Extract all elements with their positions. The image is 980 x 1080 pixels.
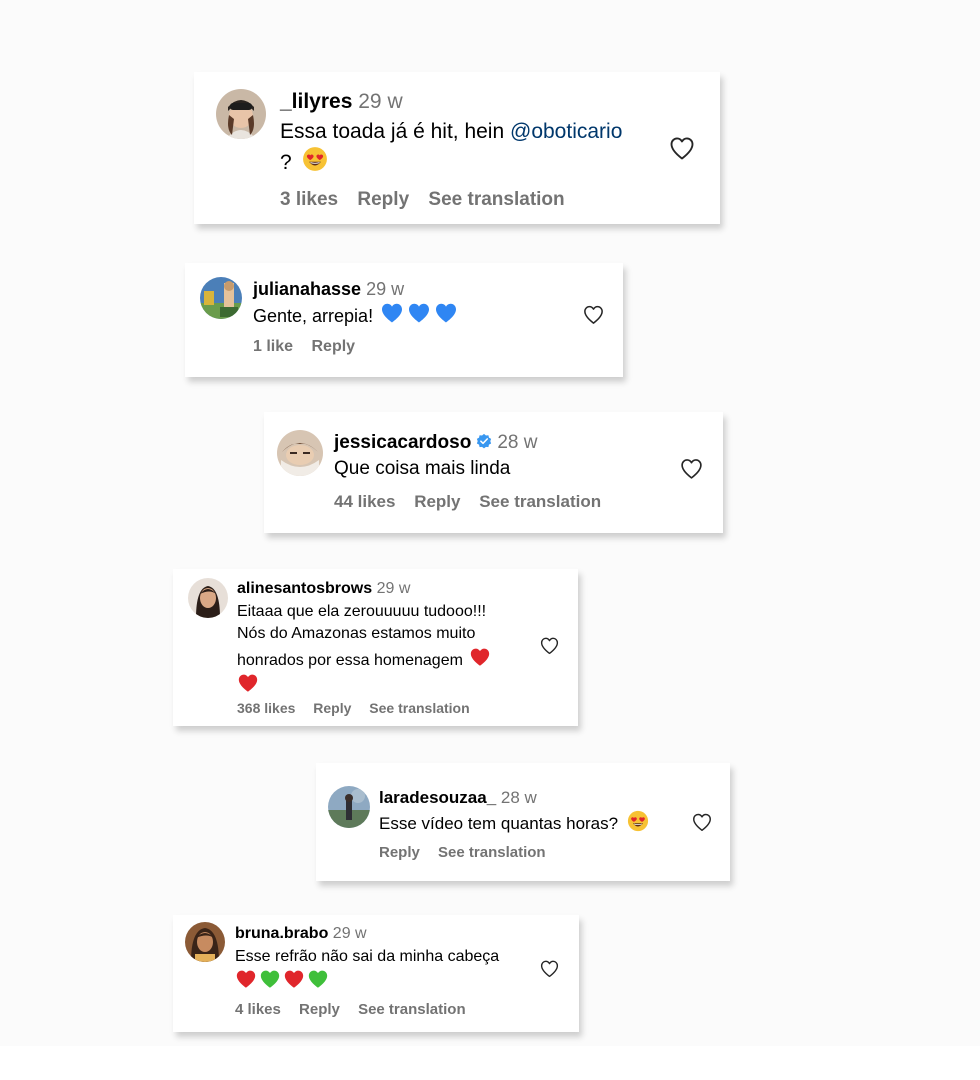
avatar[interactable]	[188, 578, 228, 618]
see-translation-button[interactable]: See translation	[428, 189, 564, 210]
timestamp[interactable]: 28 w	[501, 788, 537, 807]
reply-button[interactable]: Reply	[299, 1001, 340, 1018]
avatar[interactable]	[277, 430, 323, 476]
likes-count[interactable]: 44 likes	[334, 492, 395, 511]
heart-eyes-emoji-icon	[627, 810, 649, 832]
timestamp[interactable]: 28 w	[497, 432, 537, 453]
comment-header: _lilyres 29 w	[280, 90, 403, 114]
reply-button[interactable]: Reply	[357, 189, 409, 210]
comment-text-line: Eitaaa que ela zerouuuuu tudooo!!!	[237, 603, 487, 620]
timestamp[interactable]: 29 w	[333, 925, 367, 942]
timestamp[interactable]: 29 w	[366, 279, 404, 299]
comment-text: Esse vídeo tem quantas horas?	[379, 810, 699, 836]
reply-button[interactable]: Reply	[311, 338, 355, 355]
comment-actions: 44 likes Reply See translation	[334, 492, 615, 512]
comment-text-body: Que coisa mais linda	[334, 458, 511, 479]
green-heart-emoji-icon	[259, 968, 281, 990]
comment-actions: 368 likes Reply See translation	[237, 700, 484, 716]
reply-button[interactable]: Reply	[379, 844, 420, 861]
username[interactable]: _lilyres	[280, 90, 352, 113]
heart-eyes-emoji-icon	[302, 146, 328, 172]
like-heart-icon[interactable]	[668, 134, 696, 162]
comment-card: jessicacardoso 28 w Que coisa mais linda …	[264, 412, 723, 533]
red-heart-emoji-icon	[237, 672, 259, 694]
likes-count[interactable]: 368 likes	[237, 700, 295, 716]
username[interactable]: bruna.brabo	[235, 925, 328, 942]
reply-button[interactable]: Reply	[313, 700, 351, 716]
comments-canvas: _lilyres 29 w Essa toada já é hit, hein …	[0, 0, 980, 1080]
comment-text-body: Esse vídeo tem quantas horas?	[379, 814, 619, 833]
comment-text: Que coisa mais linda	[334, 456, 664, 481]
likes-count[interactable]: 4 likes	[235, 1001, 281, 1018]
comment-actions: 4 likes Reply See translation	[235, 1001, 480, 1018]
comment-header: alinesantosbrows 29 w	[237, 580, 410, 598]
comment-card: bruna.brabo 29 w Esse refrão não sai da …	[173, 915, 579, 1032]
comment-card: julianahasse 29 w Gente, arrepia! 1 like…	[185, 263, 623, 377]
comment-text: Esse refrão não sai da minha cabeça	[235, 946, 545, 995]
red-heart-emoji-icon	[469, 646, 491, 668]
comment-header: laradesouzaa_ 28 w	[379, 788, 537, 808]
reply-button[interactable]: Reply	[414, 492, 460, 511]
comment-header: bruna.brabo 29 w	[235, 925, 367, 943]
timestamp[interactable]: 29 w	[377, 580, 411, 597]
red-heart-emoji-icon	[283, 968, 305, 990]
comment-card: alinesantosbrows 29 w Eitaaa que ela zer…	[173, 569, 578, 726]
comment-text-body: Esse refrão não sai da minha cabeça	[235, 948, 500, 965]
blue-heart-emoji-icon	[434, 301, 458, 325]
see-translation-button[interactable]: See translation	[438, 844, 546, 861]
username[interactable]: alinesantosbrows	[237, 580, 372, 597]
comment-text: Gente, arrepia!	[253, 301, 573, 329]
green-heart-emoji-icon	[307, 968, 329, 990]
comment-text-line: Nós do Amazonas estamos muito	[237, 625, 476, 643]
blue-heart-emoji-icon	[407, 301, 431, 325]
blue-heart-emoji-icon	[380, 301, 404, 325]
username[interactable]: julianahasse	[253, 279, 361, 299]
comment-card: laradesouzaa_ 28 w Esse vídeo tem quanta…	[316, 763, 730, 881]
see-translation-button[interactable]: See translation	[369, 700, 469, 716]
mention-link[interactable]: @oboticario	[510, 120, 622, 143]
avatar[interactable]	[328, 786, 370, 828]
like-heart-icon[interactable]	[539, 958, 560, 979]
comment-text: Eitaaa que ela zerouuuuu tudooo!!! Nós d…	[237, 601, 537, 699]
like-heart-icon[interactable]	[679, 456, 704, 481]
username[interactable]: jessicacardoso	[334, 432, 471, 453]
bottom-band	[0, 1046, 980, 1080]
comment-text-suffix: ?	[280, 150, 292, 174]
see-translation-button[interactable]: See translation	[358, 1001, 466, 1018]
see-translation-button[interactable]: See translation	[479, 492, 601, 511]
comment-text-prefix: Essa toada já é hit, hein	[280, 120, 510, 143]
avatar[interactable]	[200, 277, 242, 319]
avatar[interactable]	[216, 89, 266, 139]
comment-header: julianahasse 29 w	[253, 279, 404, 300]
like-heart-icon[interactable]	[691, 811, 713, 833]
username[interactable]: laradesouzaa_	[379, 788, 496, 807]
likes-count[interactable]: 1 like	[253, 338, 293, 355]
like-heart-icon[interactable]	[539, 635, 560, 656]
comment-text-body: Gente, arrepia!	[253, 306, 374, 326]
comment-header: jessicacardoso 28 w	[334, 432, 537, 454]
comment-card: _lilyres 29 w Essa toada já é hit, hein …	[194, 72, 720, 224]
likes-count[interactable]: 3 likes	[280, 189, 338, 210]
verified-badge-icon	[475, 432, 493, 450]
comment-actions: 1 like Reply	[253, 338, 369, 356]
comment-actions: Reply See translation	[379, 844, 560, 861]
comment-text: Essa toada já é hit, hein @oboticario ?	[280, 118, 660, 177]
red-heart-emoji-icon	[235, 968, 257, 990]
like-heart-icon[interactable]	[582, 303, 605, 326]
comment-actions: 3 likes Reply See translation	[280, 189, 579, 211]
timestamp[interactable]: 29 w	[358, 90, 402, 113]
comment-text-line: honrados por essa homenagem	[237, 651, 463, 669]
avatar[interactable]	[185, 922, 225, 962]
